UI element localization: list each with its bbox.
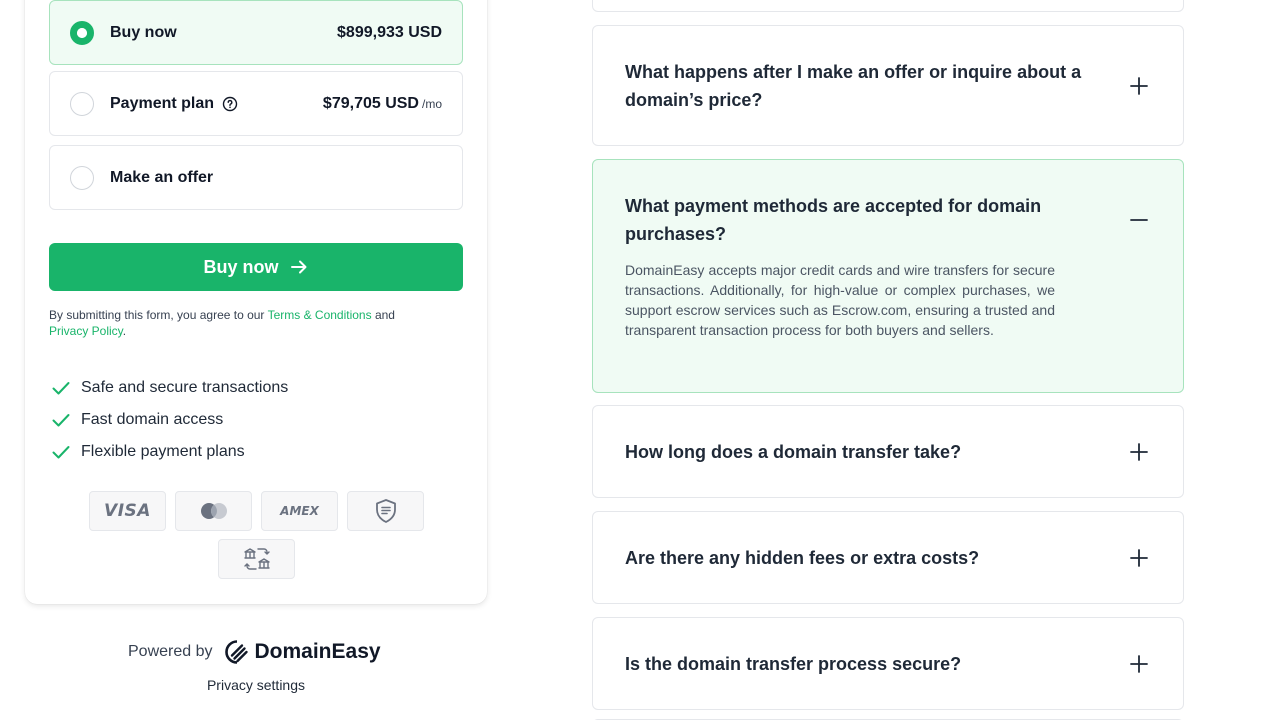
check-icon — [52, 382, 70, 395]
powered-by: Powered by DomainEasy — [128, 640, 381, 664]
option-label: Payment plan — [110, 94, 215, 112]
powered-by-text: Powered by — [128, 643, 213, 660]
bank-exchange-icon — [243, 548, 270, 570]
privacy-settings-link[interactable]: Privacy settings — [0, 677, 512, 693]
option-make-offer[interactable]: Make an offer — [49, 145, 463, 210]
check-icon — [52, 414, 70, 427]
minus-icon[interactable] — [1129, 210, 1149, 230]
option-price-period: /mo — [421, 96, 442, 111]
faq-item-previous[interactable] — [592, 0, 1184, 12]
benefit-item: Flexible payment plans — [51, 436, 288, 468]
option-buy-now[interactable]: Buy now $899,933 USD — [49, 0, 463, 65]
terms-suffix: . — [122, 324, 127, 338]
option-price-value: $79,705 USD — [322, 94, 419, 112]
option-label-wrap: Payment plan — [110, 95, 238, 113]
purchase-card: Buy now $899,933 USD Payment plan $79,70… — [25, 0, 487, 604]
terms-notice: By submitting this form, you agree to ou… — [49, 307, 463, 339]
benefits-list: Safe and secure transactions Fast domain… — [51, 372, 288, 468]
benefit-text: Flexible payment plans — [81, 443, 245, 460]
amex-logo-icon: AMEX — [261, 491, 338, 531]
faq-item[interactable]: How long does a domain transfer take? — [592, 405, 1184, 498]
benefit-text: Fast domain access — [81, 411, 224, 428]
visa-logo-icon: VISA — [89, 491, 166, 531]
bank-transfer-icon — [218, 539, 295, 579]
radio-buy-now[interactable] — [70, 20, 94, 45]
option-label: Make an offer — [110, 168, 214, 186]
visa-text: VISA — [104, 501, 151, 521]
terms-link[interactable]: Terms & Conditions — [268, 308, 372, 322]
faq-item[interactable]: What happens after I make an offer or in… — [592, 25, 1184, 146]
check-icon — [52, 446, 70, 459]
arrow-right-icon — [290, 260, 306, 274]
plus-icon[interactable] — [1129, 442, 1149, 462]
terms-middle: and — [371, 308, 395, 322]
privacy-policy-link[interactable]: Privacy Policy — [49, 324, 123, 338]
plus-icon[interactable] — [1129, 654, 1149, 674]
buy-now-button-label: Buy now — [203, 256, 279, 277]
help-circle-icon[interactable] — [222, 96, 238, 112]
faq-question: What payment methods are accepted for do… — [625, 196, 1042, 244]
amex-text: AMEX — [280, 504, 319, 518]
plus-icon[interactable] — [1129, 76, 1149, 96]
option-price: $899,933 USD — [337, 23, 442, 41]
plus-icon[interactable] — [1129, 548, 1149, 568]
mastercard-icon — [200, 503, 227, 519]
buy-now-button[interactable]: Buy now — [49, 243, 463, 291]
option-label: Buy now — [110, 23, 177, 41]
option-payment-plan[interactable]: Payment plan $79,705 USD/mo — [49, 71, 463, 136]
faq-question: Are there any hidden fees or extra costs… — [625, 548, 980, 568]
faq-question: How long does a domain transfer take? — [625, 442, 962, 462]
faq-item[interactable]: Are there any hidden fees or extra costs… — [592, 511, 1184, 604]
benefit-text: Safe and secure transactions — [81, 379, 289, 396]
domaineasy-logo-icon — [224, 640, 248, 664]
shield-icon — [375, 499, 396, 523]
domaineasy-brand[interactable]: DomainEasy — [224, 640, 381, 664]
faq-item-expanded[interactable]: What payment methods are accepted for do… — [592, 159, 1184, 393]
escrow-shield-icon — [347, 491, 424, 531]
radio-payment-plan[interactable] — [70, 91, 94, 116]
option-price: $79,705 USD/mo — [323, 95, 442, 113]
benefit-item: Safe and secure transactions — [51, 372, 288, 404]
faq-question: What happens after I make an offer or in… — [625, 62, 1082, 110]
brand-name: DomainEasy — [254, 640, 381, 663]
faq-answer: DomainEasy accepts major credit cards an… — [625, 262, 1055, 338]
faq-question: Is the domain transfer process secure? — [625, 654, 962, 674]
faq-item[interactable]: Is the domain transfer process secure? — [592, 617, 1184, 710]
radio-make-offer[interactable] — [70, 165, 94, 190]
mastercard-logo-icon — [175, 491, 252, 531]
terms-prefix: By submitting this form, you agree to ou… — [49, 308, 268, 322]
benefit-item: Fast domain access — [51, 404, 288, 436]
